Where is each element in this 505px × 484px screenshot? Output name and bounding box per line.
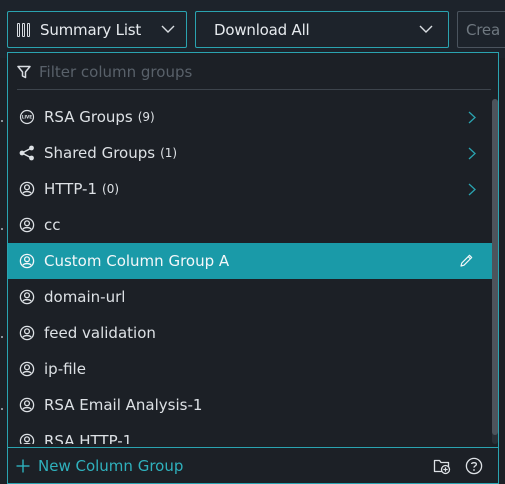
folder-add-icon[interactable]: [433, 457, 451, 475]
user-icon: [19, 217, 35, 233]
create-label: Crea: [466, 20, 500, 39]
list-item-rsa-http-1[interactable]: RSA HTTP-1: [8, 423, 492, 444]
user-icon: [19, 289, 35, 305]
live-icon: LIVE: [19, 109, 35, 125]
summary-list-dropdown[interactable]: Summary List: [7, 11, 187, 48]
chevron-down-icon: [161, 25, 175, 33]
list-item-feed-validation[interactable]: feed validation: [8, 315, 492, 351]
edit-pencil-icon[interactable]: [458, 253, 474, 269]
list-item-rsa-groups[interactable]: LIVE RSA Groups (9): [8, 99, 492, 135]
list-item-domain-url[interactable]: domain-url: [8, 279, 492, 315]
filter-row: [8, 53, 498, 90]
list-item-custom-column-group-a[interactable]: Custom Column Group A: [8, 243, 492, 279]
list-item-cc[interactable]: cc: [8, 207, 492, 243]
divider: [17, 89, 491, 90]
download-all-label: Download All: [214, 20, 310, 39]
chevron-right-icon: [468, 183, 476, 196]
list-item-label: cc: [44, 216, 61, 234]
panel-footer: New Column Group: [8, 447, 498, 483]
column-group-list: LIVE RSA Groups (9) Shared Groups (1) HT…: [8, 99, 492, 444]
list-item-http-1[interactable]: HTTP-1 (0): [8, 171, 492, 207]
filter-input[interactable]: [39, 62, 479, 81]
scrollbar-thumb[interactable]: [492, 99, 498, 435]
list-item-ip-file[interactable]: ip-file: [8, 351, 492, 387]
list-item-shared-groups[interactable]: Shared Groups (1): [8, 135, 492, 171]
list-item-label: RSA Email Analysis-1: [44, 396, 203, 414]
user-icon: [19, 361, 35, 377]
svg-text:LIVE: LIVE: [22, 115, 32, 120]
columns-icon: [17, 22, 30, 37]
list-item-label: Custom Column Group A: [44, 252, 230, 270]
download-all-dropdown[interactable]: Download All: [195, 11, 449, 48]
user-icon: [19, 325, 35, 341]
list-item-label: RSA Groups: [44, 108, 133, 126]
list-item-label: feed validation: [44, 324, 156, 342]
chevron-down-icon: [419, 25, 433, 33]
chevron-right-icon: [468, 111, 476, 124]
list-item-label: RSA HTTP-1: [44, 432, 133, 444]
create-button[interactable]: Crea: [457, 11, 505, 48]
list-item-label: Shared Groups: [44, 144, 156, 162]
list-item-label: domain-url: [44, 288, 126, 306]
user-icon: [19, 181, 35, 197]
list-item-label: ip-file: [44, 360, 86, 378]
chevron-right-icon: [468, 147, 476, 160]
item-count: (0): [102, 182, 120, 196]
scrollbar[interactable]: [492, 99, 498, 444]
item-count: (9): [137, 110, 155, 124]
summary-list-label: Summary List: [40, 20, 142, 39]
item-count: (1): [160, 146, 178, 160]
list-item-label: HTTP-1: [44, 180, 98, 198]
toolbar: Summary List Download All Crea: [0, 0, 505, 58]
list-item-rsa-email-analysis-1[interactable]: RSA Email Analysis-1: [8, 387, 492, 423]
column-groups-panel: LIVE RSA Groups (9) Shared Groups: [7, 52, 499, 484]
underlying-table-edge: [1, 120, 3, 410]
share-icon: [19, 145, 35, 161]
user-icon: [19, 433, 35, 444]
help-icon[interactable]: [465, 457, 483, 475]
user-icon: [19, 253, 35, 269]
filter-icon: [17, 65, 31, 78]
plus-icon[interactable]: [16, 459, 30, 473]
user-icon: [19, 397, 35, 413]
new-column-group-button[interactable]: New Column Group: [38, 457, 183, 475]
